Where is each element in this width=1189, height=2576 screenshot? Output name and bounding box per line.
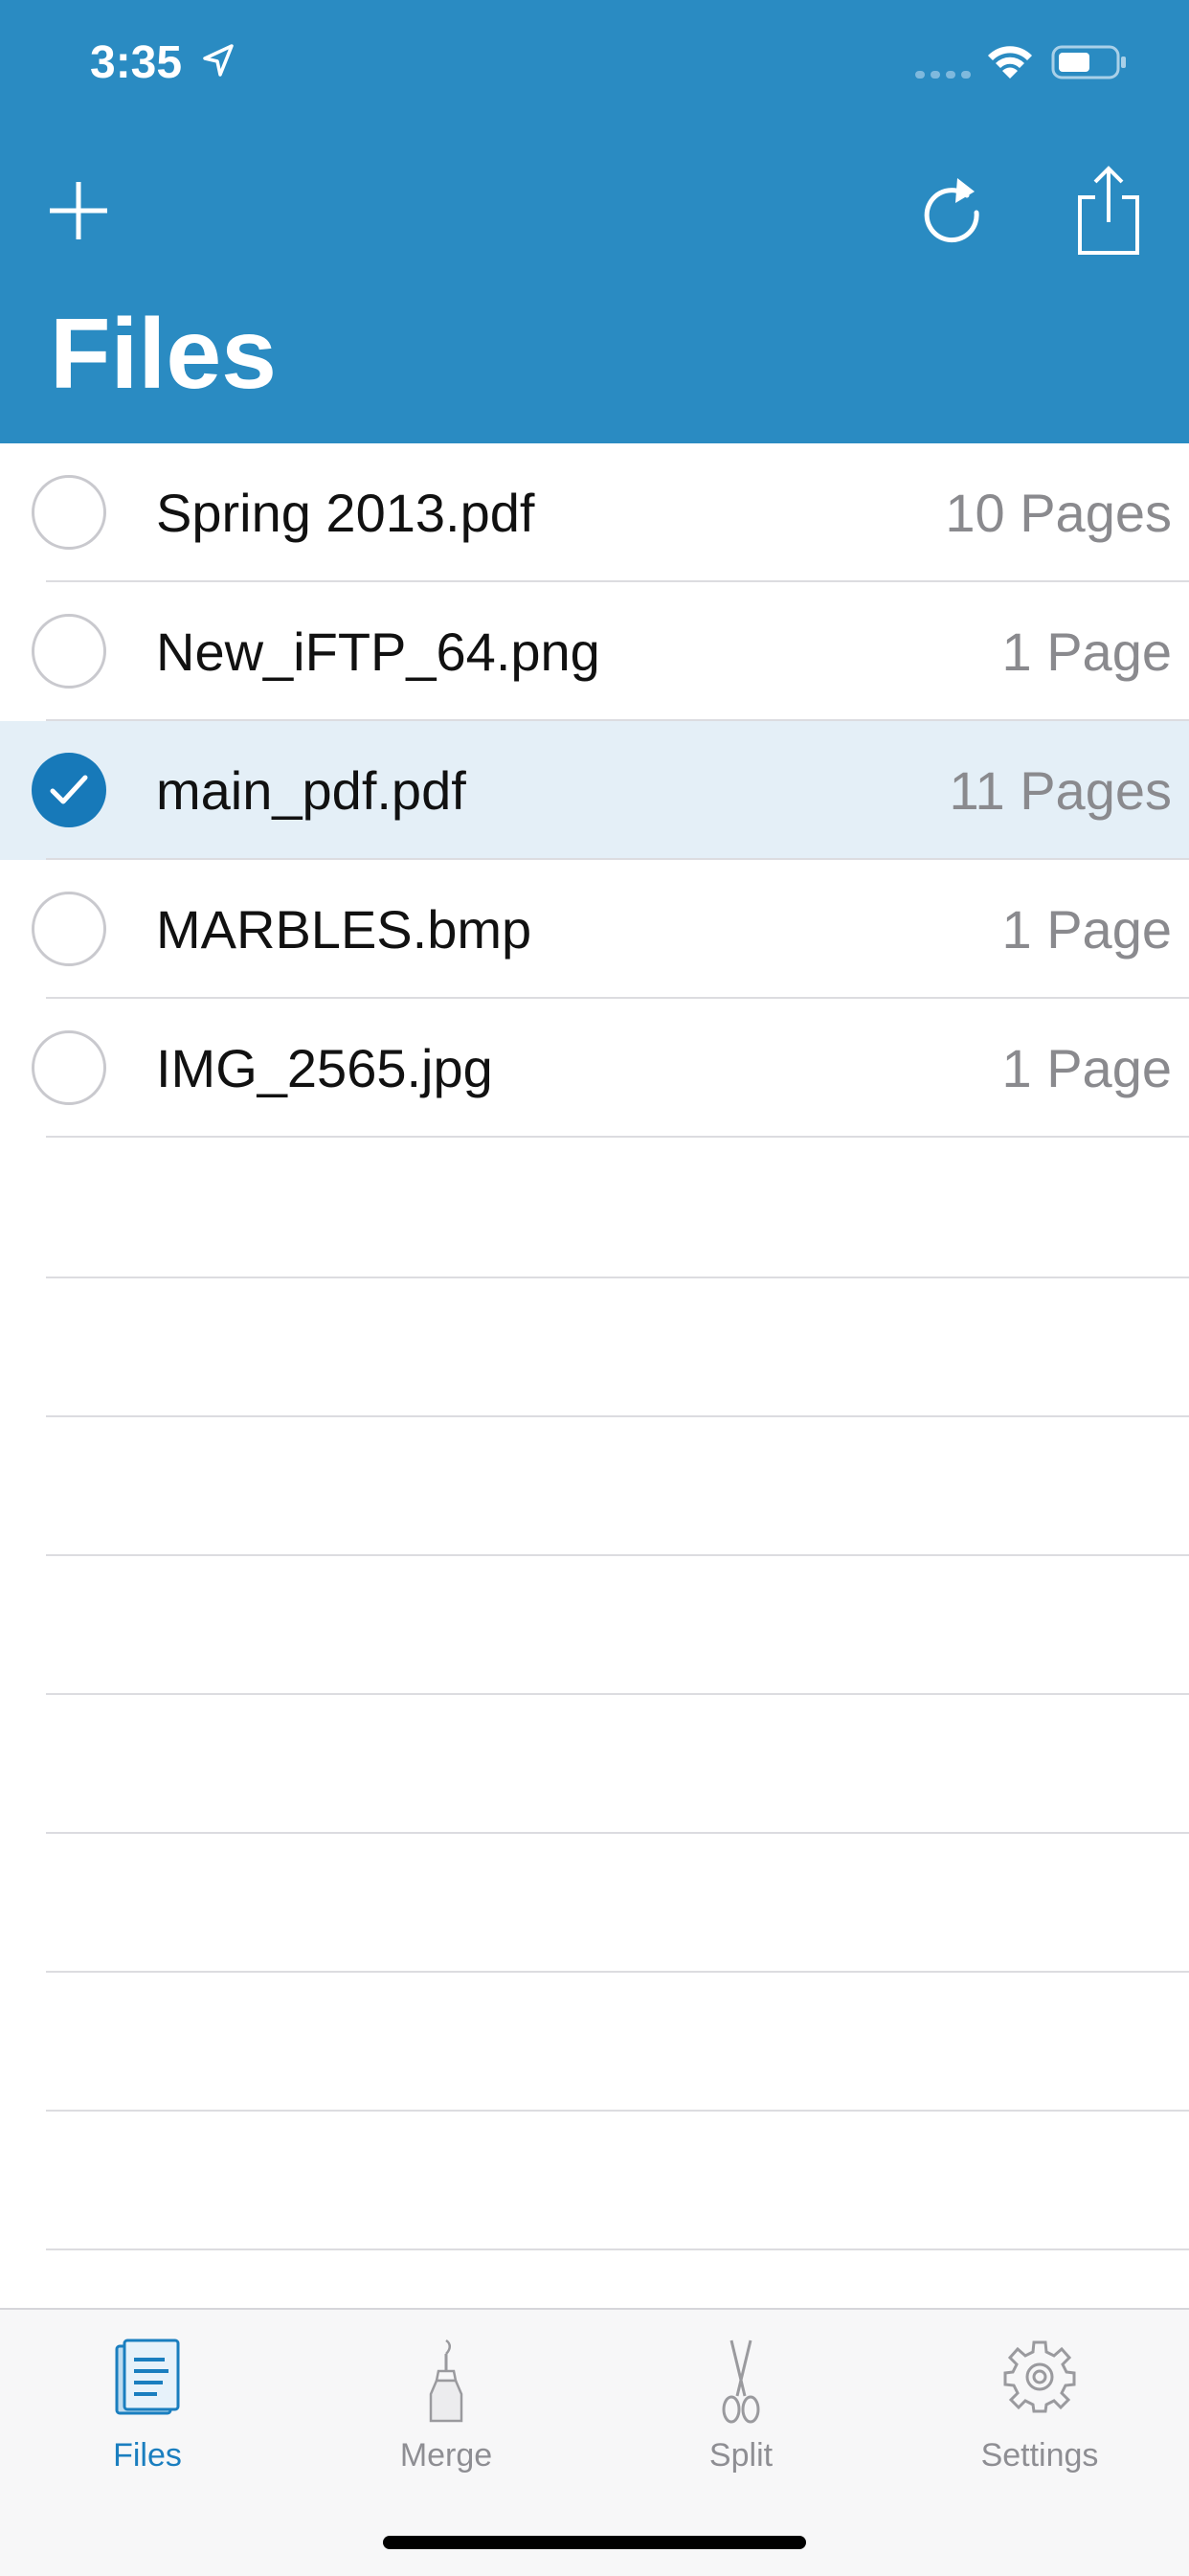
page-count: 1 Page	[1001, 899, 1173, 960]
page-count: 10 Pages	[945, 483, 1172, 543]
share-icon[interactable]	[1070, 163, 1147, 259]
empty-row-divider	[46, 1554, 1189, 1556]
selection-circle[interactable]	[32, 475, 106, 550]
tab-label: Split	[708, 2437, 774, 2474]
selection-circle[interactable]	[32, 614, 106, 689]
empty-row-divider	[46, 1693, 1189, 1695]
page-count: 1 Page	[1001, 1038, 1173, 1098]
cellular-signal-icon	[915, 71, 971, 79]
file-row[interactable]: Spring 2013.pdf 10 Pages	[0, 443, 1189, 582]
file-row[interactable]: New_iFTP_64.png 1 Page	[0, 582, 1189, 721]
page-count: 11 Pages	[949, 760, 1172, 821]
home-indicator[interactable]	[383, 2536, 806, 2549]
file-name: New_iFTP_64.png	[156, 621, 600, 682]
tab-files[interactable]: Files	[4, 2329, 291, 2492]
file-row-selected[interactable]: main_pdf.pdf 11 Pages	[0, 721, 1189, 860]
file-name: Spring 2013.pdf	[156, 483, 535, 543]
selection-circle[interactable]	[32, 1030, 106, 1105]
selection-circle[interactable]	[32, 892, 106, 966]
navigation-header: 3:35 Files	[0, 0, 1189, 443]
file-name: MARBLES.bmp	[156, 899, 532, 960]
tab-settings[interactable]: Settings	[896, 2329, 1183, 2492]
status-time: 3:35	[90, 37, 183, 88]
tab-label: Files	[113, 2437, 182, 2474]
wifi-icon	[988, 46, 1032, 79]
page-title: Files	[50, 299, 277, 410]
empty-row-divider	[46, 1832, 1189, 1834]
page-count: 1 Page	[1001, 621, 1173, 682]
glue-bottle-icon	[429, 2339, 463, 2423]
empty-row-divider	[46, 2248, 1189, 2250]
refresh-icon[interactable]	[919, 169, 986, 245]
empty-row-divider	[46, 2110, 1189, 2112]
location-arrow-icon	[203, 44, 234, 77]
tab-label: Merge	[399, 2437, 493, 2474]
empty-row-divider	[46, 1415, 1189, 1417]
tab-merge[interactable]: Merge	[303, 2329, 590, 2492]
scissors-icon	[722, 2339, 760, 2424]
files-icon	[115, 2339, 180, 2415]
file-name: IMG_2565.jpg	[156, 1038, 493, 1098]
gear-icon	[1003, 2340, 1076, 2413]
row-divider	[46, 1136, 1189, 1138]
tab-label: Settings	[980, 2437, 1099, 2474]
empty-row-divider	[46, 1971, 1189, 1973]
empty-row-divider	[46, 1277, 1189, 1278]
file-row[interactable]: IMG_2565.jpg 1 Page	[0, 999, 1189, 1138]
file-row[interactable]: MARBLES.bmp 1 Page	[0, 860, 1189, 999]
tab-split[interactable]: Split	[597, 2329, 885, 2492]
file-name: main_pdf.pdf	[156, 760, 466, 821]
add-icon[interactable]	[46, 178, 111, 243]
battery-icon	[1051, 45, 1126, 79]
checkmark-icon[interactable]	[32, 753, 106, 827]
